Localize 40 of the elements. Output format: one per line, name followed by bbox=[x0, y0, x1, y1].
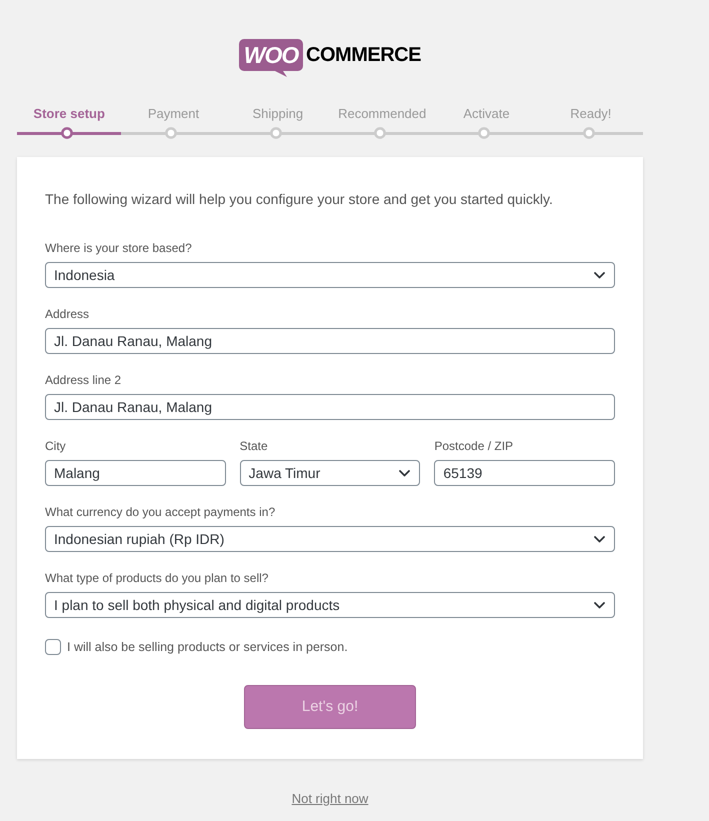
select-value: I plan to sell both physical and digital products bbox=[54, 596, 340, 614]
chevron-down-icon bbox=[594, 602, 605, 608]
select-field[interactable]: Jawa Timur bbox=[240, 460, 420, 486]
checkbox-label[interactable]: I will also be selling products or services in person. bbox=[67, 639, 348, 655]
field-value: 65139 bbox=[443, 464, 482, 482]
select-value: Indonesian rupiah (Rp IDR) bbox=[54, 530, 224, 548]
field-label: Where is your store based? bbox=[45, 240, 192, 256]
not-right-now-link[interactable]: Not right now bbox=[292, 789, 368, 809]
field-value: Malang bbox=[54, 464, 100, 482]
intro-text: The following wizard will help you configure your store and get you started quickly. bbox=[45, 190, 553, 209]
chevron-down-icon bbox=[594, 536, 605, 542]
field-label: State bbox=[240, 438, 268, 454]
chevron-down-icon bbox=[399, 470, 410, 476]
select-value: Indonesia bbox=[54, 266, 115, 284]
chevron-down-icon bbox=[594, 272, 605, 278]
select-field[interactable]: I plan to sell both physical and digital products bbox=[45, 592, 615, 618]
field-label: What currency do you accept payments in? bbox=[45, 504, 276, 520]
field-label: Address bbox=[45, 306, 90, 322]
text-field[interactable]: Jl. Danau Ranau, Malang bbox=[45, 394, 615, 420]
step-label: Shipping bbox=[252, 105, 304, 123]
field-value: Jl. Danau Ranau, Malang bbox=[54, 398, 212, 416]
select-value: Jawa Timur bbox=[248, 464, 320, 482]
checkbox[interactable] bbox=[45, 639, 61, 655]
select-field[interactable]: Indonesian rupiah (Rp IDR) bbox=[45, 526, 615, 552]
step-label: Activate bbox=[463, 105, 510, 123]
logo-badge: WOO bbox=[239, 39, 304, 77]
step-label: Ready! bbox=[570, 105, 612, 123]
field-value: Jl. Danau Ranau, Malang bbox=[54, 332, 212, 350]
field-label: Address line 2 bbox=[45, 372, 122, 388]
field-label: Postcode / ZIP bbox=[434, 438, 514, 454]
text-field[interactable]: Jl. Danau Ranau, Malang bbox=[45, 328, 615, 354]
logo-wordmark: COMMERCE bbox=[306, 43, 421, 67]
step-label: Store setup bbox=[33, 105, 105, 123]
field-label: What type of products do you plan to sell? bbox=[45, 570, 268, 586]
text-field[interactable]: Malang bbox=[45, 460, 226, 486]
text-field[interactable]: 65139 bbox=[434, 460, 616, 486]
step-label: Recommended bbox=[338, 105, 426, 123]
field-label: City bbox=[45, 438, 66, 454]
step-label: Payment bbox=[148, 105, 200, 123]
select-field[interactable]: Indonesia bbox=[45, 262, 615, 288]
